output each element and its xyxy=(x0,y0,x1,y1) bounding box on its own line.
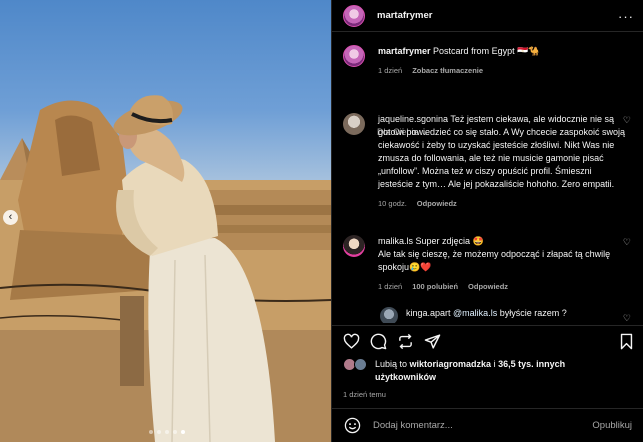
avatar[interactable] xyxy=(343,113,365,135)
liker-avatars xyxy=(343,358,369,372)
avatar[interactable] xyxy=(343,45,365,67)
comment-time[interactable]: 1 dzień xyxy=(378,280,402,293)
comment-mention[interactable]: @malika.ls xyxy=(453,308,497,318)
carousel-dots xyxy=(149,430,185,434)
heart-icon[interactable]: ♡ xyxy=(623,115,631,126)
heart-icon[interactable] xyxy=(343,333,360,350)
caption-text: Postcard from Egypt 🇪🇬🐪 xyxy=(433,46,540,56)
caption-username[interactable]: martafrymer xyxy=(378,46,431,56)
comment-text: Super zdjęcia 🤩 Ale tak się cieszę, że m… xyxy=(378,236,611,272)
comment-username[interactable]: kinga.apart xyxy=(406,308,451,318)
likes-summary: Lubią to wiktoriagromadzka i 36,5 tys. i… xyxy=(343,358,633,384)
comment-text: Też jestem ciekawa, ale widocznie nie są… xyxy=(378,114,626,189)
comment-text: byłyście razem ? xyxy=(497,308,567,318)
post-side-panel: martafrymer ··· martafrymer Postcard fro… xyxy=(331,0,643,442)
bookmark-icon[interactable] xyxy=(618,333,635,350)
post-comment-button[interactable]: Opublikuj xyxy=(592,420,632,431)
post-header: martafrymer ··· xyxy=(332,0,643,32)
add-comment-bar: Dodaj komentarz... Opublikuj xyxy=(332,408,643,442)
avatar[interactable] xyxy=(354,358,367,371)
reply-button[interactable]: Odpowiedz xyxy=(417,197,457,210)
post-photo[interactable]: ‹ xyxy=(0,0,331,442)
photo-illustration xyxy=(0,95,331,442)
comments-list: martafrymer Postcard from Egypt 🇪🇬🐪 1 dz… xyxy=(332,33,643,323)
reply-button[interactable]: Odpowiedz xyxy=(468,280,508,293)
comment-likes[interactable]: 100 polubień xyxy=(412,280,458,293)
comment-username[interactable]: jaqueline.sgonina xyxy=(378,114,448,124)
action-bar xyxy=(332,325,643,355)
emoji-icon[interactable] xyxy=(344,417,361,434)
comment-time[interactable]: 10 godz. xyxy=(378,197,407,210)
repost-icon[interactable] xyxy=(397,333,414,350)
post-author-username[interactable]: martafrymer xyxy=(377,10,432,21)
avatar[interactable] xyxy=(343,4,365,27)
liker-username[interactable]: wiktoriagromadzka xyxy=(410,359,492,369)
translate-link[interactable]: Zobacz tłumaczenie xyxy=(412,64,483,77)
share-icon[interactable] xyxy=(424,333,441,350)
more-icon[interactable]: ··· xyxy=(618,9,634,24)
comment-input[interactable]: Dodaj komentarz... xyxy=(373,420,592,431)
comment-username[interactable]: malika.ls xyxy=(378,236,413,246)
heart-icon[interactable]: ♡ xyxy=(623,237,631,248)
comment-icon[interactable] xyxy=(370,333,387,350)
heart-icon[interactable]: ♡ xyxy=(623,313,631,323)
post-time[interactable]: 1 dzień temu xyxy=(343,390,386,399)
chevron-left-icon[interactable]: ‹ xyxy=(3,210,18,225)
avatar[interactable] xyxy=(343,235,365,257)
avatar[interactable] xyxy=(380,307,398,323)
likes-prefix: Lubią to xyxy=(375,359,410,369)
caption-time[interactable]: 1 dzień xyxy=(378,64,402,77)
